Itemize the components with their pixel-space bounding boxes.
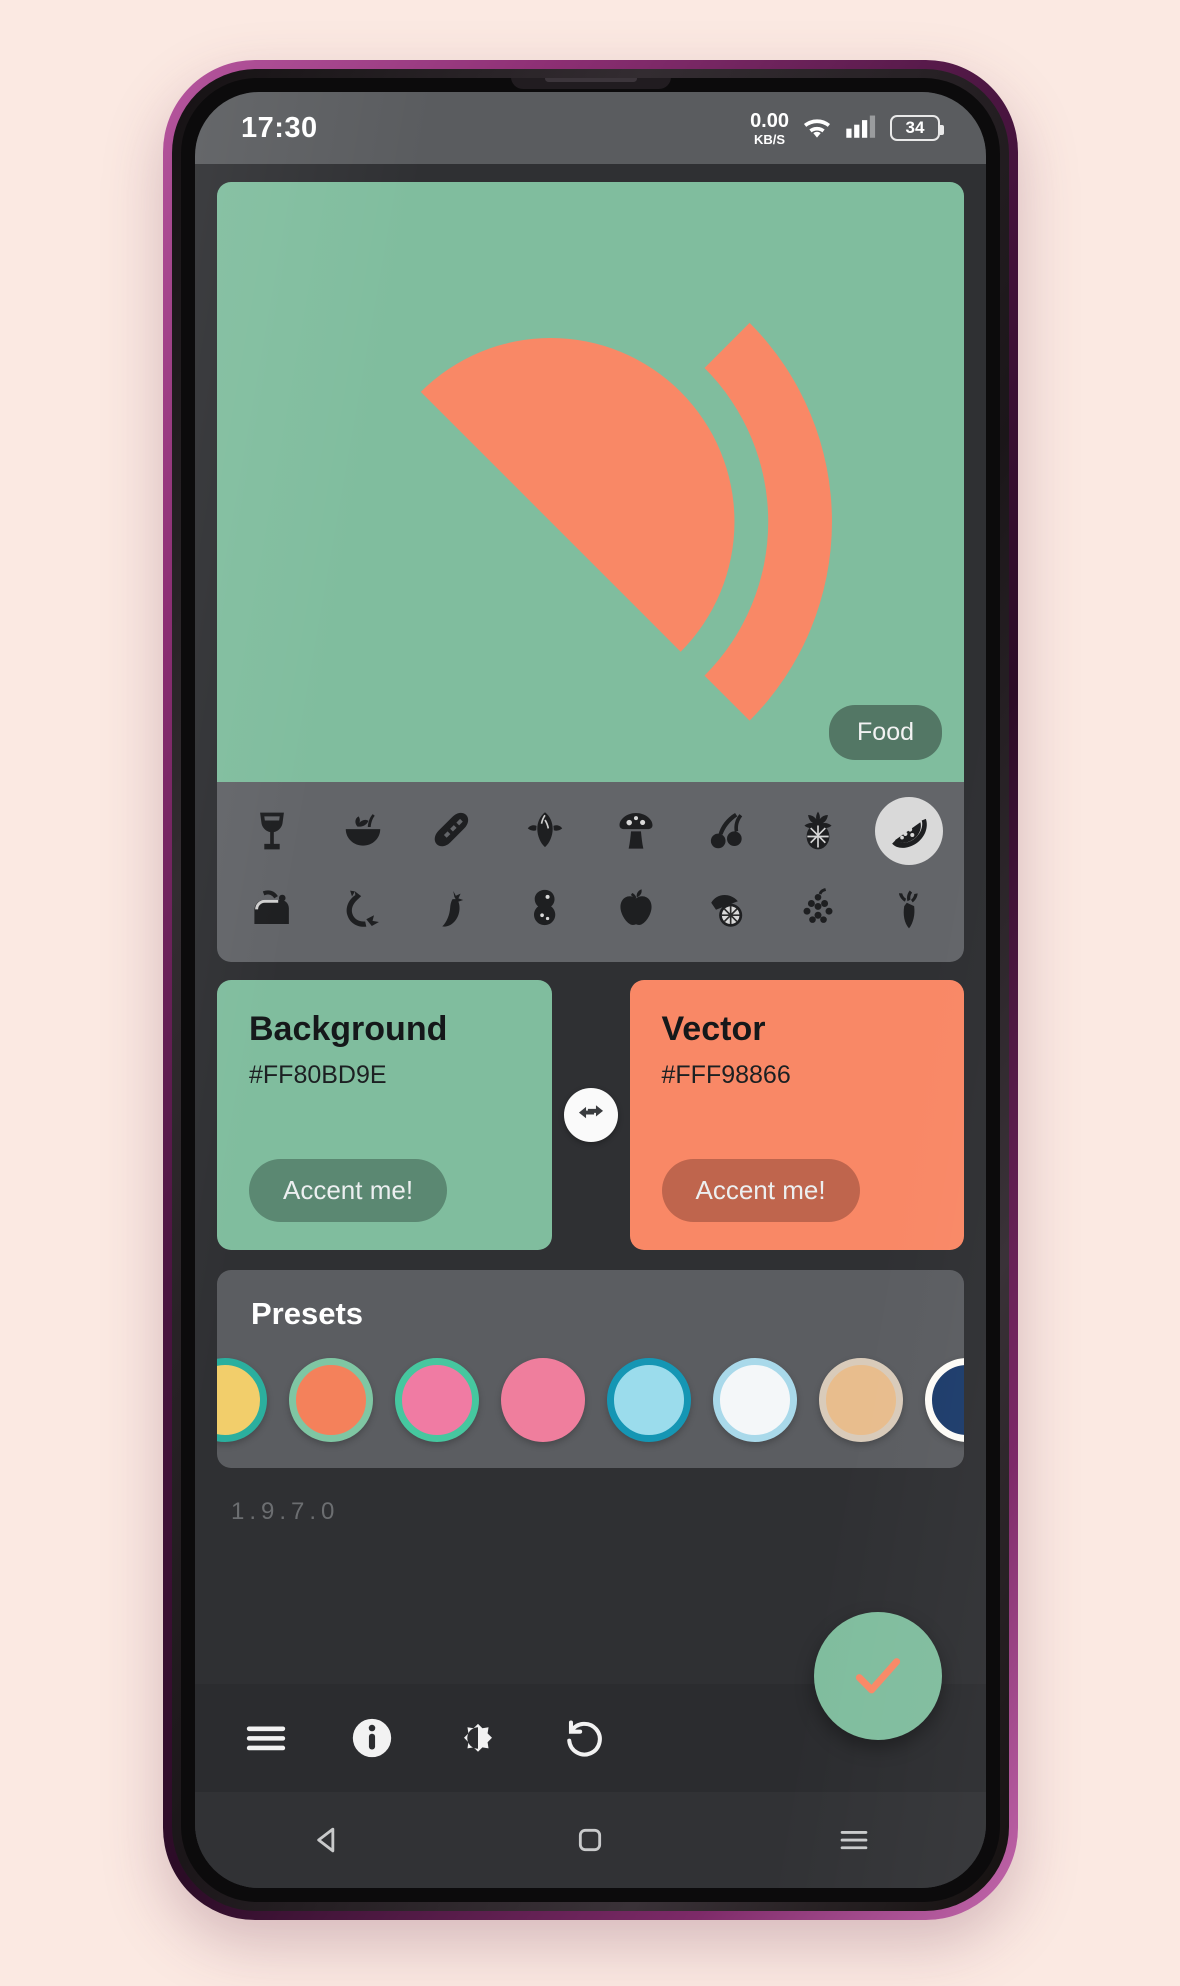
app-version-label: 1.9.7.0: [231, 1498, 340, 1525]
screenshot-stage: 17:30 0.00 KB/S 34 Food Background #FF80…: [0, 0, 1180, 1986]
watermelon-slice-icon: [217, 182, 964, 782]
icon-picker-item-mushroom[interactable]: [591, 792, 682, 870]
icon-picker-item-sausage[interactable]: [318, 870, 409, 948]
status-time: 17:30: [241, 111, 318, 144]
icon-picker-item-chili-pepper[interactable]: [409, 870, 500, 948]
apply-check-button[interactable]: [814, 1612, 942, 1740]
preset-lightblue-teal[interactable]: [607, 1358, 691, 1442]
icon-picker-item-bread-baguette[interactable]: [409, 792, 500, 870]
preset-pink-plain[interactable]: [501, 1358, 585, 1442]
icon-picker-item-salad-bowl[interactable]: [318, 792, 409, 870]
check-icon: [855, 1658, 901, 1694]
vector-color-card[interactable]: Vector #FFF98866 Accent me!: [629, 980, 964, 1250]
icon-picker-item-grapes[interactable]: [772, 870, 863, 948]
icon-picker-row-1: [227, 792, 954, 870]
icon-preview-card[interactable]: Food: [217, 182, 964, 782]
preset-orange-green[interactable]: [289, 1358, 373, 1442]
icon-picker-item-wine-glass[interactable]: [227, 792, 318, 870]
earpiece-speaker: [510, 78, 671, 89]
back-triangle-icon[interactable]: [292, 1805, 362, 1875]
icon-picker-item-watermelon-slice[interactable]: [863, 792, 954, 870]
icon-picker[interactable]: [217, 782, 964, 962]
corn-cob-icon: [523, 809, 567, 853]
vector-card-title: Vector: [661, 1010, 766, 1048]
mushroom-icon: [614, 809, 658, 853]
apple-icon: [614, 887, 658, 931]
preset-white-blue[interactable]: [713, 1358, 797, 1442]
icon-picker-item-peanut[interactable]: [500, 870, 591, 948]
status-bar: 17:30 0.00 KB/S 34: [195, 92, 986, 164]
icon-picker-item-carrot[interactable]: [863, 870, 954, 948]
vector-accent-button[interactable]: Accent me!: [661, 1159, 860, 1222]
category-badge: Food: [829, 705, 942, 760]
background-card-title: Background: [249, 1010, 448, 1048]
watermelon-slice-icon: [887, 809, 931, 853]
presets-panel: Presets: [217, 1270, 964, 1468]
icon-picker-item-lemon-slice[interactable]: [681, 870, 772, 948]
background-card-hex: #FF80BD9E: [249, 1061, 387, 1089]
info-icon[interactable]: [345, 1711, 399, 1765]
toaster-bread-icon: [250, 887, 294, 931]
carrot-icon: [887, 887, 931, 931]
battery-indicator: 34: [890, 115, 944, 141]
icon-picker-item-pineapple[interactable]: [772, 792, 863, 870]
preset-tan[interactable]: [819, 1358, 903, 1442]
preset-pink-green[interactable]: [395, 1358, 479, 1442]
network-speed-value: 0.00: [750, 109, 789, 132]
wine-glass-icon: [250, 809, 294, 853]
salad-bowl-icon: [341, 809, 385, 853]
chili-pepper-icon: [432, 887, 476, 931]
color-cards: Background #FF80BD9E Accent me! Vector #…: [217, 980, 964, 1250]
phone-frame-inner: 17:30 0.00 KB/S 34 Food Background #FF80…: [172, 69, 1009, 1911]
menu-icon[interactable]: [239, 1711, 293, 1765]
background-color-card[interactable]: Background #FF80BD9E Accent me!: [217, 980, 552, 1250]
network-speed-indicator: 0.00 KB/S: [750, 111, 789, 146]
network-speed-unit: KB/S: [754, 131, 786, 147]
swap-horizontal-icon: [574, 1096, 608, 1135]
cellular-signal-icon: [845, 113, 879, 144]
grapes-icon: [796, 887, 840, 931]
bread-baguette-icon: [432, 809, 476, 853]
android-navigation-bar: [195, 1792, 986, 1888]
presets-title: Presets: [251, 1296, 364, 1331]
cherries-icon: [705, 809, 749, 853]
icon-picker-item-toaster-bread[interactable]: [227, 870, 318, 948]
reset-undo-icon[interactable]: [557, 1711, 611, 1765]
peanut-icon: [523, 887, 567, 931]
home-square-icon[interactable]: [555, 1805, 625, 1875]
icon-picker-item-apple[interactable]: [591, 870, 682, 948]
lemon-slice-icon: [705, 887, 749, 931]
app-content: Food Background #FF80BD9E Accent me! Vec…: [195, 164, 986, 1888]
presets-strip[interactable]: [217, 1358, 964, 1442]
bottom-app-bar: [195, 1612, 986, 1792]
icon-picker-item-cherries[interactable]: [681, 792, 772, 870]
icon-picker-row-2: [227, 870, 954, 948]
brightness-theme-icon[interactable]: [451, 1711, 505, 1765]
battery-level: 34: [905, 118, 925, 137]
preset-navy-white[interactable]: [925, 1358, 964, 1442]
phone-bezel: 17:30 0.00 KB/S 34 Food Background #FF80…: [181, 78, 1000, 1902]
wifi-icon: [800, 113, 834, 144]
phone-screen: 17:30 0.00 KB/S 34 Food Background #FF80…: [195, 92, 986, 1888]
preset-yellow-teal[interactable]: [217, 1358, 267, 1442]
sausage-icon: [341, 887, 385, 931]
recents-menu-icon[interactable]: [819, 1805, 889, 1875]
swap-colors-button[interactable]: [563, 1088, 618, 1142]
background-accent-button[interactable]: Accent me!: [249, 1159, 448, 1222]
icon-picker-item-corn-cob[interactable]: [500, 792, 591, 870]
pineapple-icon: [796, 809, 840, 853]
vector-card-hex: #FFF98866: [661, 1061, 791, 1089]
phone-frame: 17:30 0.00 KB/S 34 Food Background #FF80…: [163, 60, 1018, 1920]
swap-gap: [552, 980, 630, 1250]
